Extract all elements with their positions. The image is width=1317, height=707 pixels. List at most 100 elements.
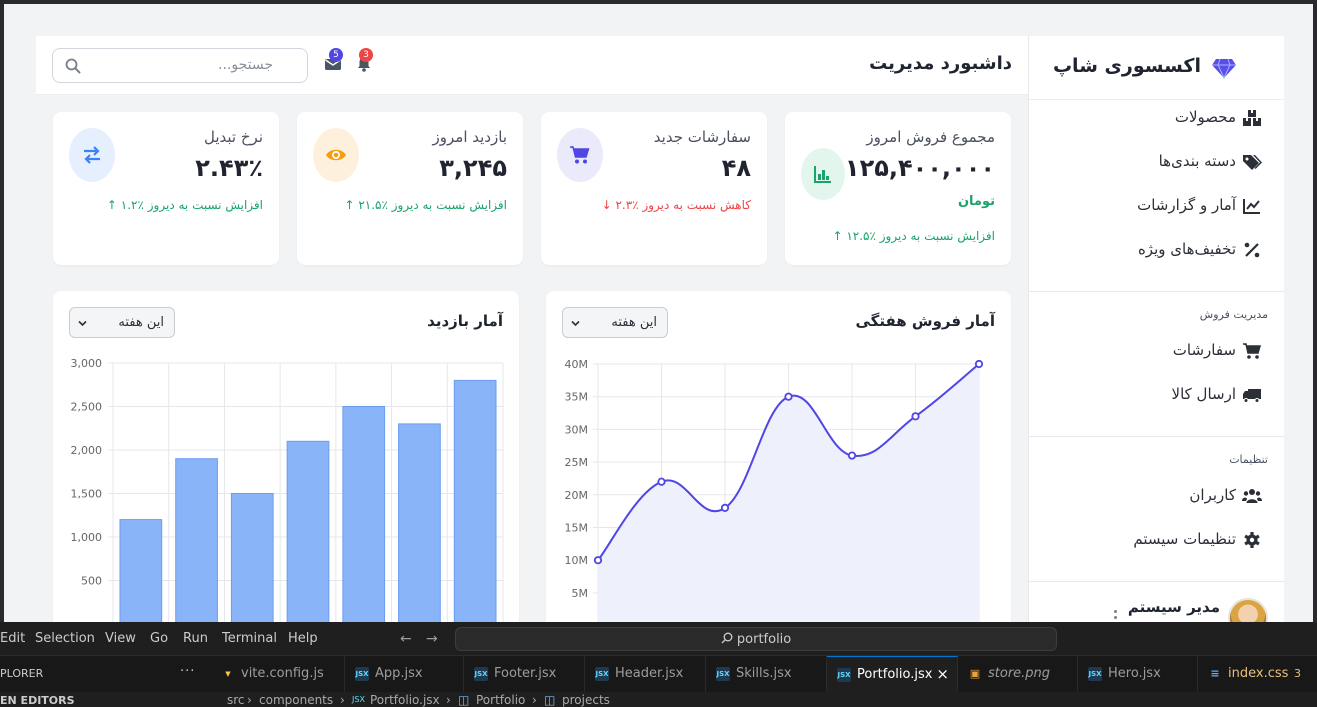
close-icon[interactable]: × xyxy=(936,665,949,683)
sidebar-item-system-settings[interactable]: تنظیمات سیستم xyxy=(1028,520,1284,560)
search-box[interactable] xyxy=(52,48,308,83)
breadcrumb-item[interactable]: src xyxy=(227,693,245,707)
gear-icon xyxy=(1244,532,1260,548)
stat-title: نرخ تبدیل xyxy=(203,128,263,146)
search-input[interactable] xyxy=(93,57,273,73)
chevron-down-icon xyxy=(78,320,87,327)
breadcrumb-item[interactable]: Portfolio xyxy=(476,693,525,707)
data-point xyxy=(657,477,666,486)
command-center[interactable]: portfolio xyxy=(455,627,1057,651)
period-select[interactable]: این هفته xyxy=(562,307,668,338)
symbol-icon: ◫ xyxy=(458,693,470,707)
sidebar-item-shipping[interactable]: ارسال کالا xyxy=(1028,375,1284,415)
menu-edit[interactable]: Edit xyxy=(0,631,25,646)
window-edge xyxy=(0,0,1317,4)
vscode-window: Edit Selection View Go Run Terminal Help… xyxy=(0,622,1317,707)
stat-value: ۱۲۵,۴۰۰,۰۰۰ xyxy=(844,154,995,182)
stat-title: مجموع فروش امروز xyxy=(866,128,995,146)
y-tick-label: 35M xyxy=(565,391,589,404)
jsx-icon: JSX xyxy=(837,668,851,682)
page-title: داشبورد مدیریت xyxy=(869,53,1012,74)
data-point xyxy=(974,359,984,369)
top-header: داشبورد مدیریت 5 3 xyxy=(36,36,1028,95)
sidebar-item-discounts[interactable]: تخفیف‌های ویژه xyxy=(1028,230,1284,270)
image-icon: ▣ xyxy=(969,667,981,680)
sidebar-item-label: آمار و گزارشات xyxy=(1137,196,1236,214)
tab-header-jsx[interactable]: JSX Header.jsx xyxy=(585,656,706,692)
brand-name: اکسسوری شاپ xyxy=(1052,55,1201,77)
chevron-right-icon: › xyxy=(247,693,252,707)
jsx-icon: JSX xyxy=(474,667,488,681)
users-icon xyxy=(1242,489,1262,503)
area-fill xyxy=(598,364,979,622)
stat-card-visits: بازدید امروز ۳,۲۴۵ ↑ ۲۱.۵٪ افزایش نسبت ب… xyxy=(297,112,523,265)
arrow-up-icon: ↑ xyxy=(106,198,117,212)
period-select[interactable]: این هفته xyxy=(69,307,175,338)
menu-selection[interactable]: Selection xyxy=(35,631,95,646)
tab-index-css[interactable]: ≡ index.css 3 xyxy=(1198,656,1317,692)
tab-label: index.css xyxy=(1228,666,1289,681)
y-tick-label: 500 xyxy=(81,575,102,588)
stat-card-conversion: نرخ تبدیل ۲.۴۳٪ ↑ ۱.۲٪ افزایش نسبت به دی… xyxy=(53,112,279,265)
eye-icon xyxy=(313,128,359,182)
brand[interactable]: اکسسوری شاپ xyxy=(1029,36,1285,100)
breadcrumb-item[interactable]: components xyxy=(259,693,333,707)
tab-portfolio-jsx[interactable]: JSX Portfolio.jsx × xyxy=(827,656,958,692)
y-tick-label: 2,500 xyxy=(71,401,103,414)
sidebar-item-reports[interactable]: آمار و گزارشات xyxy=(1028,186,1284,226)
tab-vite-config[interactable]: ▼ vite.config.js xyxy=(211,656,345,692)
stat-title: سفارشات جدید xyxy=(653,128,751,146)
more-options-icon[interactable] xyxy=(1114,610,1118,622)
sidebar-divider xyxy=(1029,581,1285,582)
stat-change: ↑ ۲۱.۵٪ افزایش نسبت به دیروز xyxy=(344,198,507,212)
tags-icon xyxy=(1243,155,1262,170)
breadcrumb-item[interactable]: projects xyxy=(562,693,610,707)
menu-run[interactable]: Run xyxy=(183,631,208,646)
tab-store-png[interactable]: ▣ store.png xyxy=(958,656,1078,692)
ellipsis-icon[interactable]: ··· xyxy=(180,664,195,679)
avatar[interactable] xyxy=(1228,598,1268,622)
sidebar-item-label: کاربران xyxy=(1189,486,1236,504)
arrow-up-icon: ↑ xyxy=(832,229,843,243)
tab-app-jsx[interactable]: JSX App.jsx xyxy=(345,656,464,692)
breadcrumb-item[interactable]: Portfolio.jsx xyxy=(370,693,440,707)
search-icon xyxy=(721,632,733,644)
stat-change-text: ۲۱.۵٪ افزایش نسبت به دیروز xyxy=(358,198,507,212)
sidebar-item-orders[interactable]: سفارشات xyxy=(1028,331,1284,371)
explorer-label: PLORER xyxy=(0,667,44,680)
bar xyxy=(398,423,441,622)
tab-label: Header.jsx xyxy=(615,666,684,681)
bar xyxy=(453,379,497,622)
y-tick-label: 1,000 xyxy=(71,531,103,544)
sidebar-item-products[interactable]: محصولات xyxy=(1028,98,1284,138)
menu-terminal[interactable]: Terminal xyxy=(222,631,277,646)
y-tick-label: 5M xyxy=(572,587,589,600)
sidebar: اکسسوری شاپ محصولات دسته بندی‌ها xyxy=(1028,36,1285,622)
window-edge xyxy=(1313,0,1317,622)
tab-label: Footer.jsx xyxy=(494,666,557,681)
app-viewport: داشبورد مدیریت 5 3 اکسسوری شاپ xyxy=(0,0,1317,622)
search-icon xyxy=(65,58,81,74)
menu-view[interactable]: View xyxy=(105,631,136,646)
editor-tabs: PLORER ··· ▼ vite.config.js JSX App.jsx … xyxy=(0,656,1317,692)
bar-chart-icon xyxy=(801,148,845,200)
forward-arrow-icon[interactable]: → xyxy=(426,631,438,647)
back-arrow-icon[interactable]: ← xyxy=(400,631,412,647)
data-point xyxy=(784,392,793,401)
stat-card-orders: سفارشات جدید ۴۸ ↓ ۲.۳٪ کاهش نسبت به دیرو… xyxy=(541,112,767,265)
menu-help[interactable]: Help xyxy=(288,631,318,646)
sidebar-item-users[interactable]: کاربران xyxy=(1028,476,1284,516)
menu-go[interactable]: Go xyxy=(150,631,168,646)
tab-hero-jsx[interactable]: JSX Hero.jsx xyxy=(1078,656,1198,692)
boxes-icon xyxy=(1243,110,1261,126)
stat-title: بازدید امروز xyxy=(432,128,507,146)
tab-skills-jsx[interactable]: JSX Skills.jsx xyxy=(706,656,827,692)
chevron-right-icon: › xyxy=(532,693,537,707)
percent-icon xyxy=(1244,242,1260,258)
bar xyxy=(342,406,386,622)
stat-card-sales: مجموع فروش امروز ۱۲۵,۴۰۰,۰۰۰ تومان ↑ ۱۲.… xyxy=(785,112,1011,265)
tab-footer-jsx[interactable]: JSX Footer.jsx xyxy=(464,656,585,692)
stat-change-text: ۲.۳٪ کاهش نسبت به دیروز xyxy=(615,198,751,212)
tab-label: store.png xyxy=(988,666,1051,681)
sidebar-item-categories[interactable]: دسته بندی‌ها xyxy=(1028,142,1284,182)
